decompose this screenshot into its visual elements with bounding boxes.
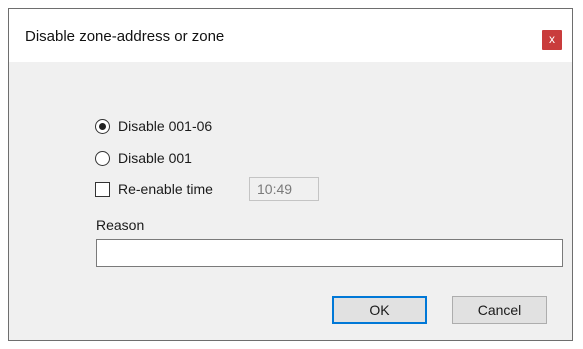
- close-button[interactable]: x: [542, 30, 562, 50]
- reason-label: Reason: [96, 217, 145, 233]
- dialog-window: Disable zone-address or zone x Disable 0…: [8, 8, 573, 341]
- option-disable-zone-address[interactable]: Disable 001-06: [95, 116, 212, 136]
- option-label-disable-zone: Disable 001: [118, 150, 192, 166]
- cancel-button[interactable]: Cancel: [452, 296, 547, 324]
- radio-disable-zone[interactable]: [95, 150, 110, 166]
- option-reenable-time[interactable]: Re-enable time: [95, 179, 213, 199]
- close-icon: x: [549, 32, 555, 46]
- ok-button[interactable]: OK: [332, 296, 427, 324]
- option-disable-zone[interactable]: Disable 001: [95, 148, 192, 168]
- reenable-time-field[interactable]: 10:49: [249, 177, 319, 201]
- option-label-reenable-time: Re-enable time: [118, 181, 213, 197]
- checkbox-reenable-time[interactable]: [95, 181, 110, 197]
- title-bar: Disable zone-address or zone x: [9, 9, 572, 62]
- reason-input[interactable]: [96, 239, 563, 267]
- dialog-title: Disable zone-address or zone: [25, 28, 225, 45]
- radio-disable-zone-address[interactable]: [95, 118, 110, 134]
- option-label-disable-zone-address: Disable 001-06: [118, 118, 213, 134]
